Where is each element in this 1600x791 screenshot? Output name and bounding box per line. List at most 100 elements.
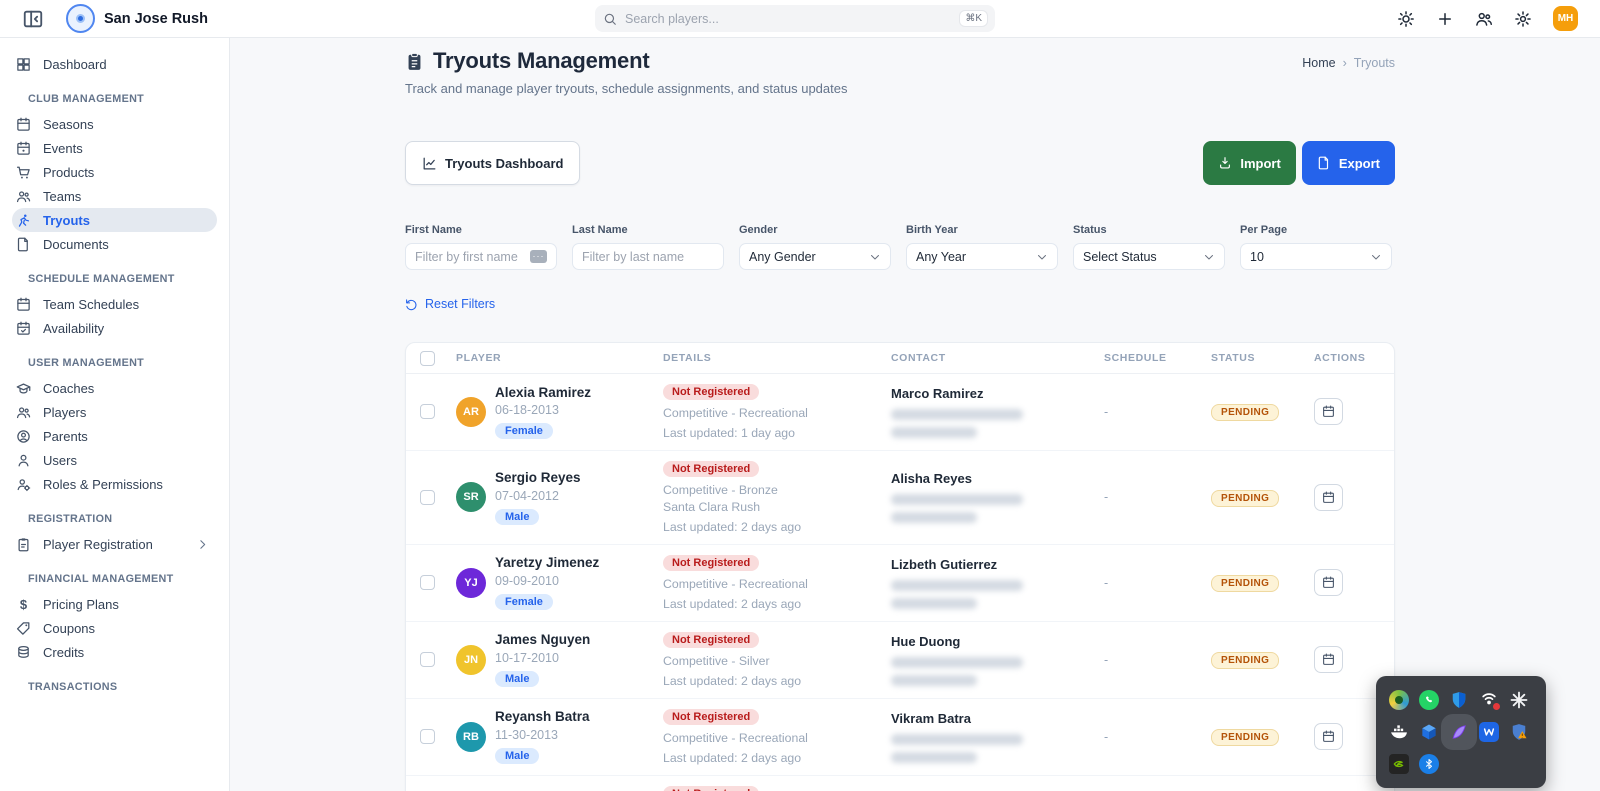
sidebar-item-coupons[interactable]: Coupons xyxy=(12,616,217,640)
calendar-icon xyxy=(1322,491,1335,504)
starburst-icon[interactable] xyxy=(1507,688,1531,712)
sidebar-item-parents[interactable]: Parents xyxy=(12,424,217,448)
sidebar-section-title: SCHEDULE MANAGEMENT xyxy=(28,273,217,285)
calendar-icon xyxy=(1322,405,1335,418)
nvidia-icon[interactable] xyxy=(1387,752,1411,776)
users-button[interactable] xyxy=(1475,10,1493,28)
sidebar-item-players[interactable]: Players xyxy=(12,400,217,424)
sidebar-item-tryouts[interactable]: Tryouts xyxy=(12,208,217,232)
sidebar-collapse-button[interactable] xyxy=(22,8,44,30)
club-logo[interactable] xyxy=(66,4,95,33)
add-button[interactable] xyxy=(1436,10,1454,28)
blue-cube-icon[interactable] xyxy=(1417,720,1441,744)
bluetooth-icon[interactable] xyxy=(1417,752,1441,776)
row-checkbox[interactable] xyxy=(420,652,435,667)
autofill-icon[interactable]: ··· xyxy=(530,250,547,263)
registration-badge: Not Registered xyxy=(663,384,759,400)
hotspot-icon[interactable] xyxy=(1477,688,1501,712)
chevron-down-icon xyxy=(869,251,881,263)
player-dob: 11-30-2013 xyxy=(495,728,590,742)
sidebar-item-roles-permissions[interactable]: Roles & Permissions xyxy=(12,472,217,496)
schedule-action-button[interactable] xyxy=(1314,398,1343,425)
redacted-phone xyxy=(891,752,977,763)
sidebar-item-team-schedules[interactable]: Team Schedules xyxy=(12,292,217,316)
schedule-action-button[interactable] xyxy=(1314,646,1343,673)
toolbar: Tryouts Dashboard Import Export xyxy=(405,141,1395,185)
reset-filters-button[interactable]: Reset Filters xyxy=(405,297,495,311)
select-all-checkbox[interactable] xyxy=(420,351,435,366)
per-page-label: Per Page xyxy=(1240,224,1392,236)
sidebar-item-label: Seasons xyxy=(43,117,94,132)
column-header-contact: Contact xyxy=(891,352,1104,364)
breadcrumb-home[interactable]: Home xyxy=(1302,56,1335,70)
registration-badge: Not Registered xyxy=(663,709,759,725)
chevron-down-icon xyxy=(1036,251,1048,263)
column-header-schedule: Schedule xyxy=(1104,352,1211,364)
search-field[interactable] xyxy=(625,12,960,26)
whatsapp-icon[interactable] xyxy=(1417,688,1441,712)
feather-icon[interactable] xyxy=(1447,720,1471,744)
theme-toggle-button[interactable] xyxy=(1397,10,1415,28)
gender-badge: Female xyxy=(495,423,553,439)
clipboard-title-icon xyxy=(405,52,424,71)
sidebar-item-users[interactable]: Users xyxy=(12,448,217,472)
sidebar-item-pricing-plans[interactable]: $ Pricing Plans xyxy=(12,592,217,616)
export-button[interactable]: Export xyxy=(1302,141,1395,185)
sidebar-item-coaches[interactable]: Coaches xyxy=(12,376,217,400)
chevron-right-icon xyxy=(196,538,209,551)
per-page-select[interactable]: 10 xyxy=(1240,243,1392,270)
schedule-action-button[interactable] xyxy=(1314,569,1343,596)
sidebar-item-teams[interactable]: Teams xyxy=(12,184,217,208)
contact-name: Alisha Reyes xyxy=(891,471,1104,486)
shield-warning-icon[interactable] xyxy=(1507,720,1531,744)
sidebar-item-label: Events xyxy=(43,141,83,156)
tryouts-dashboard-button[interactable]: Tryouts Dashboard xyxy=(405,141,580,185)
app-title: San Jose Rush xyxy=(104,11,208,27)
program-text: Competitive - Bronze xyxy=(663,482,891,499)
avatar: YJ xyxy=(456,568,486,598)
user-icon xyxy=(16,453,31,468)
column-header-player: Player xyxy=(456,352,663,364)
sidebar-item-documents[interactable]: Documents xyxy=(12,232,217,256)
first-name-input[interactable] xyxy=(415,250,530,264)
status-select[interactable]: Select Status xyxy=(1073,243,1225,270)
docker-icon[interactable] xyxy=(1387,720,1411,744)
schedule-action-button[interactable] xyxy=(1314,484,1343,511)
row-checkbox[interactable] xyxy=(420,729,435,744)
sidebar-item-availability[interactable]: Availability xyxy=(12,316,217,340)
page-title: Tryouts Management xyxy=(433,48,649,74)
filters: First Name ··· Last Name Gender Any Gen xyxy=(405,224,1395,270)
sidebar-item-products[interactable]: Products xyxy=(12,160,217,184)
graduation-cap-icon xyxy=(16,381,31,396)
redacted-phone xyxy=(891,427,977,438)
gender-select[interactable]: Any Gender xyxy=(739,243,891,270)
row-checkbox[interactable] xyxy=(420,404,435,419)
sidebar-item-player-registration[interactable]: Player Registration xyxy=(12,532,217,556)
player-name: Reyansh Batra xyxy=(495,709,590,726)
reset-icon xyxy=(405,298,418,311)
last-updated-text: Last updated: 2 days ago xyxy=(663,673,891,690)
birth-year-select[interactable]: Any Year xyxy=(906,243,1058,270)
last-updated-text: Last updated: 2 days ago xyxy=(663,519,891,536)
user-circle-icon xyxy=(16,429,31,444)
import-button[interactable]: Import xyxy=(1203,141,1295,185)
row-checkbox[interactable] xyxy=(420,490,435,505)
idm-icon[interactable] xyxy=(1387,688,1411,712)
birth-year-select-value: Any Year xyxy=(916,250,966,264)
last-name-input[interactable] xyxy=(582,250,714,264)
sidebar-item-label: Parents xyxy=(43,429,88,444)
sidebar-item-dashboard[interactable]: Dashboard xyxy=(12,52,217,76)
program-text: Competitive - Recreational xyxy=(663,576,891,593)
w-app-icon[interactable] xyxy=(1477,720,1501,744)
row-checkbox[interactable] xyxy=(420,575,435,590)
sidebar-item-credits[interactable]: Credits xyxy=(12,640,217,664)
sidebar-item-seasons[interactable]: Seasons xyxy=(12,112,217,136)
user-avatar[interactable]: MH xyxy=(1553,6,1578,31)
schedule-value: - xyxy=(1104,730,1211,744)
schedule-action-button[interactable] xyxy=(1314,723,1343,750)
sidebar-item-events[interactable]: Events xyxy=(12,136,217,160)
search-input[interactable]: ⌘K xyxy=(595,5,995,32)
calendar-icon xyxy=(1322,653,1335,666)
defender-shield-icon[interactable] xyxy=(1447,688,1471,712)
settings-button[interactable] xyxy=(1514,10,1532,28)
